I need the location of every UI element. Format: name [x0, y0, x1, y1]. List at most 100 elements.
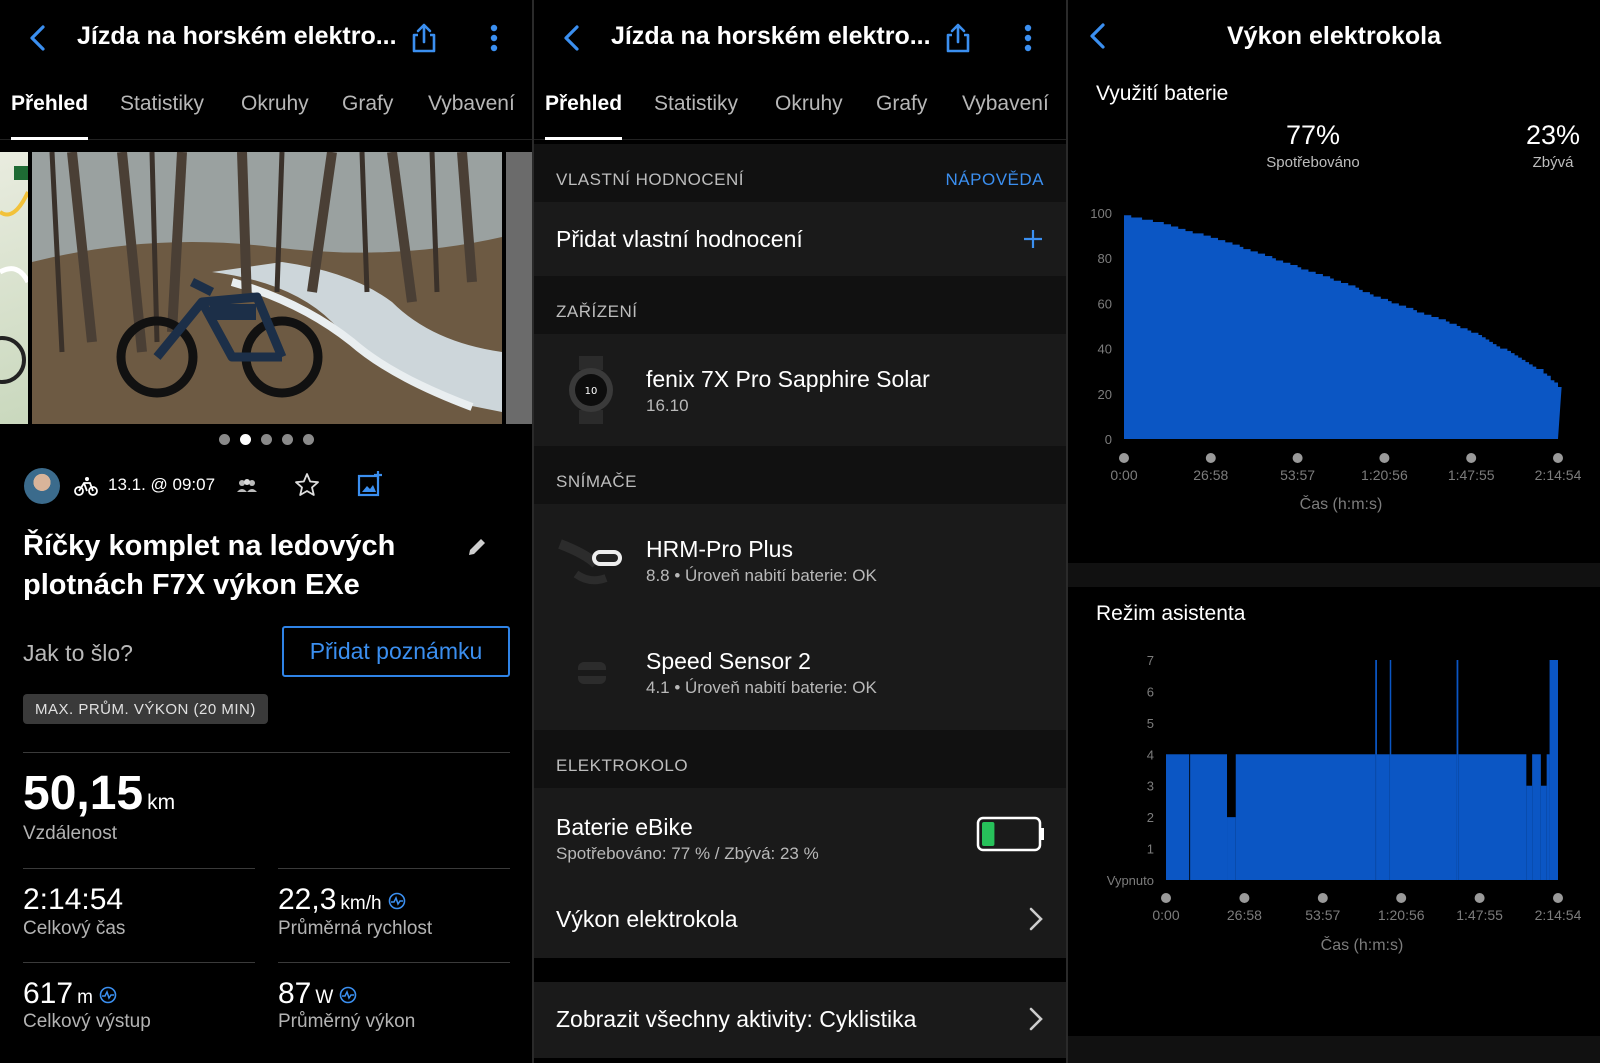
- x-axis-label: Čas (h:m:s): [1321, 935, 1404, 954]
- section-header-device: ZAŘÍZENÍ: [534, 276, 1066, 334]
- x-tick-label: 1:20:56: [1378, 907, 1425, 923]
- y-tick-label: 2: [1147, 810, 1154, 825]
- distance-label: Vzdálenost: [23, 823, 118, 844]
- pencil-icon[interactable]: [466, 536, 488, 558]
- add-rating-row[interactable]: Přidat vlastní hodnocení: [534, 202, 1066, 276]
- tab-overview[interactable]: Přehled: [545, 92, 623, 140]
- activity-gear-panel: Jízda na horském elektro... Přehled Stat…: [534, 0, 1066, 1063]
- distance-unit: km: [147, 791, 176, 814]
- tab-bar: Přehled Statistiky Okruhy Grafy Vybavení: [534, 78, 1066, 140]
- y-tick-label: 100: [1090, 206, 1112, 221]
- more-options-button[interactable]: [474, 18, 514, 58]
- total-ascent-unit: m: [77, 987, 93, 1008]
- tab-statistics[interactable]: Statistiky: [120, 92, 204, 140]
- tab-gear[interactable]: Vybavení: [428, 92, 515, 140]
- share-button[interactable]: [938, 18, 978, 58]
- vertical-dots-icon: [490, 24, 498, 52]
- y-tick-label: 6: [1147, 684, 1154, 699]
- assist-bar: [1227, 817, 1236, 880]
- tab-gear[interactable]: Vybavení: [962, 92, 1049, 140]
- activity-overview-panel: Jízda na horském elektro... Přehled Stat…: [0, 0, 532, 1063]
- share-button[interactable]: [404, 18, 444, 58]
- sensor-row[interactable]: HRM-Pro Plus 8.8 • Úroveň nabití baterie…: [534, 504, 1066, 616]
- tab-laps[interactable]: Okruhy: [775, 92, 843, 140]
- help-link[interactable]: NÁPOVĚDA: [946, 170, 1044, 190]
- total-ascent-number: 617: [23, 977, 74, 1010]
- sensor-detail: 8.8 • Úroveň nabití baterie: OK: [646, 566, 877, 585]
- star-icon[interactable]: [294, 472, 320, 498]
- carousel-dot-active[interactable]: [239, 434, 251, 445]
- tab-charts[interactable]: Grafy: [876, 92, 927, 140]
- next-photo-thumbnail[interactable]: [506, 152, 532, 424]
- plus-icon[interactable]: [1022, 228, 1044, 250]
- y-tick-label: 5: [1147, 716, 1154, 731]
- avg-speed-number: 22,3: [278, 883, 337, 916]
- page-title: Výkon elektrokola: [1227, 22, 1441, 50]
- ebike-performance-panel: Výkon elektrokola Využití baterie 77% Sp…: [1068, 0, 1600, 1063]
- app-header: Jízda na horském elektro...: [534, 0, 1066, 76]
- total-time-number: 2:14:54: [23, 883, 124, 916]
- x-tick-label: 26:58: [1227, 907, 1262, 923]
- all-activities-label: Zobrazit všechny aktivity: Cyklistika: [556, 1006, 917, 1032]
- heart-rate-strap-icon: [558, 539, 622, 585]
- assist-bar: [1526, 785, 1533, 880]
- carousel-dot[interactable]: [302, 434, 314, 445]
- tab-charts[interactable]: Grafy: [342, 92, 393, 140]
- add-note-button[interactable]: Přidat poznámku: [282, 626, 510, 677]
- divider: [23, 752, 510, 753]
- section-label: ELEKTROKOLO: [556, 756, 689, 775]
- activity-title-line: plotnách F7X výkon EXe: [23, 569, 360, 601]
- assist-mode-chart: 7 6 5 4 3 2 1 Vypnuto 0:00 26:58 53:57 1:20:56 1:47:…: [1107, 653, 1582, 954]
- record-badge[interactable]: MAX. PRŮM. VÝKON (20 MIN): [23, 694, 268, 724]
- carousel-dots: [0, 434, 532, 445]
- activity-title[interactable]: Říčky komplet na ledových plotnách F7X v…: [23, 527, 453, 605]
- back-button[interactable]: [542, 8, 602, 68]
- tab-laps[interactable]: Okruhy: [241, 92, 309, 140]
- x-tick-dot: [1119, 453, 1129, 463]
- assist-bar: [1549, 660, 1558, 880]
- divider: [23, 962, 255, 963]
- photo-carousel[interactable]: [0, 152, 532, 424]
- tab-overview[interactable]: Přehled: [11, 92, 89, 140]
- sensor-detail: 4.1 • Úroveň nabití baterie: OK: [646, 678, 877, 697]
- avg-power-value: 87 W: [278, 977, 357, 1011]
- ebike-power-row[interactable]: Výkon elektrokola: [534, 882, 1066, 958]
- carousel-dot[interactable]: [218, 434, 230, 445]
- svg-text:10: 10: [585, 386, 598, 397]
- share-icon: [946, 23, 970, 53]
- x-tick-dot: [1553, 893, 1563, 903]
- assist-bar: [1166, 754, 1190, 880]
- carousel-dot[interactable]: [260, 434, 272, 445]
- y-tick-label: Vypnuto: [1107, 873, 1154, 888]
- y-tick-label: 3: [1147, 779, 1154, 794]
- chevron-right-icon: [1029, 1007, 1043, 1031]
- activity-meta-row: 13.1. @ 09:07: [24, 466, 514, 506]
- avg-speed-value: 22,3 km/h: [278, 883, 406, 917]
- more-options-button[interactable]: [1008, 18, 1048, 58]
- assist-mode-title: Režim asistenta: [1096, 602, 1246, 625]
- x-tick-label: 26:58: [1193, 467, 1228, 483]
- total-ascent-label: Celkový výstup: [23, 1011, 151, 1032]
- page-title: Jízda na horském elektro...: [77, 22, 397, 50]
- activity-photo[interactable]: [32, 152, 502, 424]
- all-activities-row[interactable]: Zobrazit všechny aktivity: Cyklistika: [534, 982, 1066, 1058]
- sensor-row[interactable]: Speed Sensor 2 4.1 • Úroveň nabití bater…: [534, 616, 1066, 730]
- avg-speed-unit: km/h: [340, 893, 382, 914]
- avatar[interactable]: [24, 468, 60, 504]
- back-button[interactable]: [8, 8, 68, 68]
- avg-power-number: 87: [278, 977, 312, 1010]
- divider: [278, 868, 510, 869]
- divider: [23, 868, 255, 869]
- device-row[interactable]: 10 fenix 7X Pro Sapphire Solar 16.10: [534, 334, 1066, 446]
- map-thumbnail[interactable]: [0, 152, 28, 424]
- y-tick-label: 4: [1147, 747, 1154, 762]
- group-icon[interactable]: [236, 478, 258, 494]
- ebike-power-label: Výkon elektrokola: [556, 906, 738, 932]
- x-tick-dot: [1379, 453, 1390, 463]
- y-tick-label: 60: [1098, 296, 1112, 311]
- pulse-badge-icon: [340, 986, 357, 1004]
- carousel-dot[interactable]: [281, 434, 293, 445]
- tab-statistics[interactable]: Statistiky: [654, 92, 738, 140]
- add-photo-icon[interactable]: [356, 470, 384, 498]
- ebike-battery-row: Baterie eBike Spotřebováno: 77 % / Zbývá…: [534, 788, 1066, 882]
